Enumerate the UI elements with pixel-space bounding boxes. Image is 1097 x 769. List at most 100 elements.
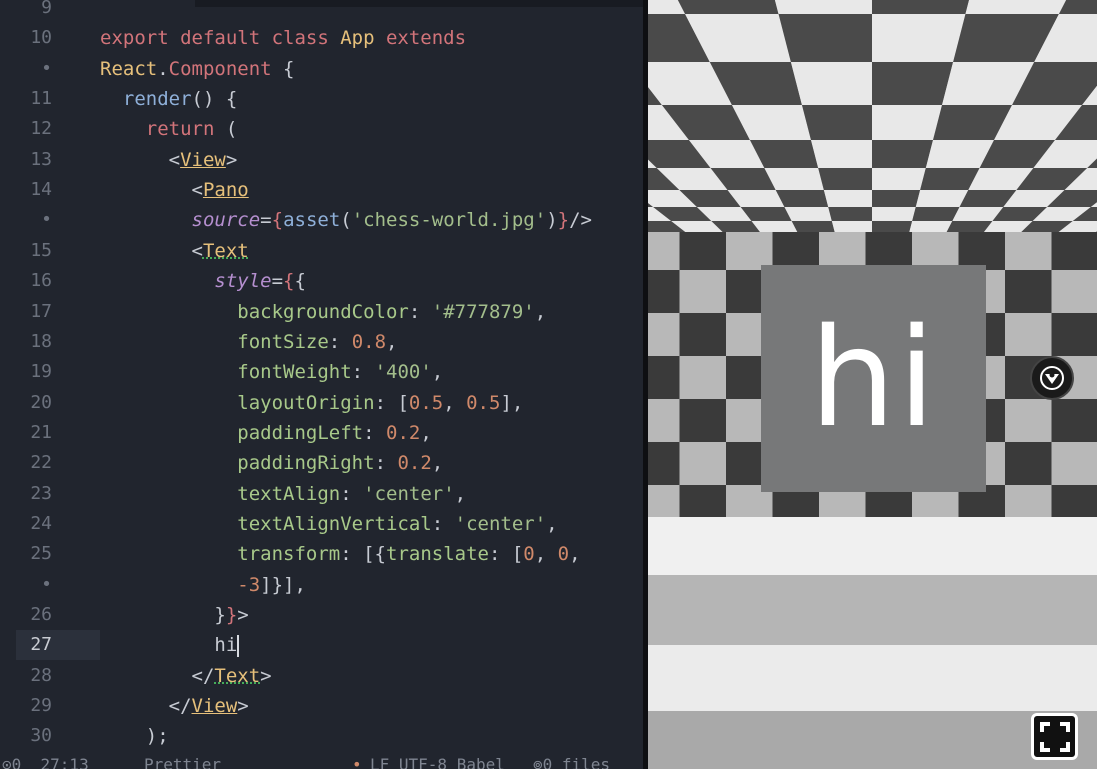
line-number: 23	[30, 482, 52, 504]
line-number: 30	[30, 725, 52, 747]
ceiling-tile	[823, 190, 872, 207]
line-number: 16	[30, 270, 52, 292]
hi-text: hi	[809, 299, 938, 458]
git-files-label[interactable]: ⊚0 files	[533, 752, 610, 769]
vr-preview[interactable]: hi	[648, 0, 1097, 769]
code-line[interactable]: 29 </View>	[0, 691, 643, 721]
line-number: 12	[30, 118, 52, 140]
code-text: </View>	[100, 695, 249, 718]
ceiling-tile	[774, 0, 872, 14]
ceiling-tile	[818, 168, 872, 190]
code-text: transform: [{translate: [0, 0,	[237, 543, 581, 566]
code-line[interactable]: 28 </Text>	[0, 661, 643, 691]
code-line[interactable]: 25 transform: [{translate: [0, 0,	[0, 539, 643, 569]
ceiling-tile	[791, 221, 835, 232]
code-line[interactable]: 21 paddingLeft: 0.2,	[0, 418, 643, 448]
wall-tile	[679, 356, 726, 399]
code-line[interactable]: 18 fontSize: 0.8,	[0, 327, 643, 357]
gaze-cursor-button[interactable]	[1030, 356, 1074, 400]
line-number: 17	[30, 300, 52, 322]
wall-tile	[1005, 313, 1052, 356]
code-line[interactable]: 16 style={{	[0, 266, 643, 296]
code-text: textAlign: 'center',	[237, 482, 467, 505]
code-text: source={asset('chess-world.jpg')}/>	[191, 209, 592, 232]
code-text: }}>	[214, 604, 249, 626]
code-text: hi	[100, 634, 240, 657]
code-text: fontSize: 0.8,	[237, 330, 398, 353]
line-number: •	[41, 573, 52, 595]
wall-tile	[1005, 232, 1052, 270]
code-text: paddingRight: 0.2,	[237, 452, 444, 475]
modified-indicator: •	[352, 755, 362, 769]
line-number: 14	[30, 179, 52, 201]
formatter-label[interactable]: Prettier	[144, 752, 221, 769]
code-text: <Pano	[100, 179, 249, 202]
code-text: style={{	[214, 270, 306, 293]
code-text: );	[100, 725, 169, 748]
ceiling-tile	[872, 190, 921, 207]
line-number: 27	[30, 634, 52, 656]
code-line[interactable]: 17 backgroundColor: '#777879',	[0, 297, 643, 327]
ceiling-tile	[872, 105, 943, 140]
code-line[interactable]: 10 export default class App extends	[0, 23, 643, 53]
code-line[interactable]: 22 paddingRight: 0.2,	[0, 448, 643, 478]
code-line[interactable]: • source={asset('chess-world.jpg')}/>	[0, 205, 643, 235]
wall-tile	[1005, 442, 1052, 485]
checker-ceiling	[648, 0, 1097, 232]
code-line[interactable]: 13 <View>	[0, 145, 643, 175]
ceiling-tile	[872, 168, 926, 190]
wall-tile	[1051, 270, 1097, 313]
code-text: layoutOrigin: [0.5, 0.5],	[237, 391, 524, 414]
code-text: render() {	[122, 88, 238, 111]
code-line[interactable]: 14 <Pano	[0, 175, 643, 205]
code-line[interactable]: • React.Component {	[0, 54, 643, 84]
line-number: 29	[30, 695, 52, 717]
code-line[interactable]: 20 layoutOrigin: [0.5, 0.5],	[0, 388, 643, 418]
code-line[interactable]: 30 );	[0, 721, 643, 751]
ceiling-tile	[790, 62, 872, 105]
wall-tile	[1051, 313, 1097, 356]
wall-tile	[1051, 442, 1097, 485]
wall-tile	[648, 442, 680, 485]
code-text: React.Component {	[100, 57, 295, 80]
ceiling-tile	[872, 221, 913, 232]
wall-tile	[1051, 399, 1097, 442]
line-number: 18	[30, 330, 52, 352]
line-number: 11	[30, 88, 52, 110]
fullscreen-button[interactable]	[1031, 713, 1078, 760]
line-number: 10	[30, 27, 52, 49]
line-number: 26	[30, 604, 52, 625]
wall-tile	[1051, 232, 1097, 270]
ceiling-tile	[775, 190, 829, 207]
code-line[interactable]: 9	[0, 0, 643, 23]
code-line[interactable]: 11 render() {	[0, 84, 643, 114]
ceiling-tile	[872, 14, 966, 62]
code-line[interactable]: 23 textAlign: 'center',	[0, 479, 643, 509]
code-text: fontWeight: '400',	[237, 361, 444, 384]
code-line[interactable]: 15 <Text	[0, 236, 643, 266]
code-line[interactable]: 12 return (	[0, 114, 643, 144]
code-line[interactable]: 27 hi	[0, 630, 643, 661]
status-bar: ⊙0 27:13 Prettier • LF UTF-8 Babel ⊚0 fi…	[0, 752, 643, 769]
code-text: textAlignVertical: 'center',	[237, 512, 558, 535]
wall-tile	[679, 485, 726, 517]
line-number: •	[41, 57, 52, 79]
ceiling-tile	[872, 0, 970, 14]
code-text: export default class App extends	[100, 27, 467, 50]
ceiling-tile	[784, 207, 832, 221]
cursor-position[interactable]: ⊙0 27:13	[2, 752, 89, 769]
fullscreen-icon	[1039, 721, 1070, 752]
wall-tile	[1051, 485, 1097, 517]
code-editor[interactable]: 9 10 export default class App extends • Reac…	[0, 0, 643, 769]
code-line[interactable]: 19 fontWeight: '400',	[0, 357, 643, 387]
line-number: 28	[30, 664, 52, 686]
code-line[interactable]: 24 textAlignVertical: 'center',	[0, 509, 643, 539]
line-number: 9	[41, 0, 52, 18]
ceiling-tile	[872, 62, 954, 105]
ceiling-tile	[915, 190, 969, 207]
code-line[interactable]: 26 }}>	[0, 600, 643, 630]
line-number: •	[41, 209, 52, 231]
ceiling-tile	[872, 140, 934, 168]
encoding-label[interactable]: LF UTF-8 Babel	[370, 752, 505, 769]
code-line[interactable]: • -3]}],	[0, 570, 643, 600]
